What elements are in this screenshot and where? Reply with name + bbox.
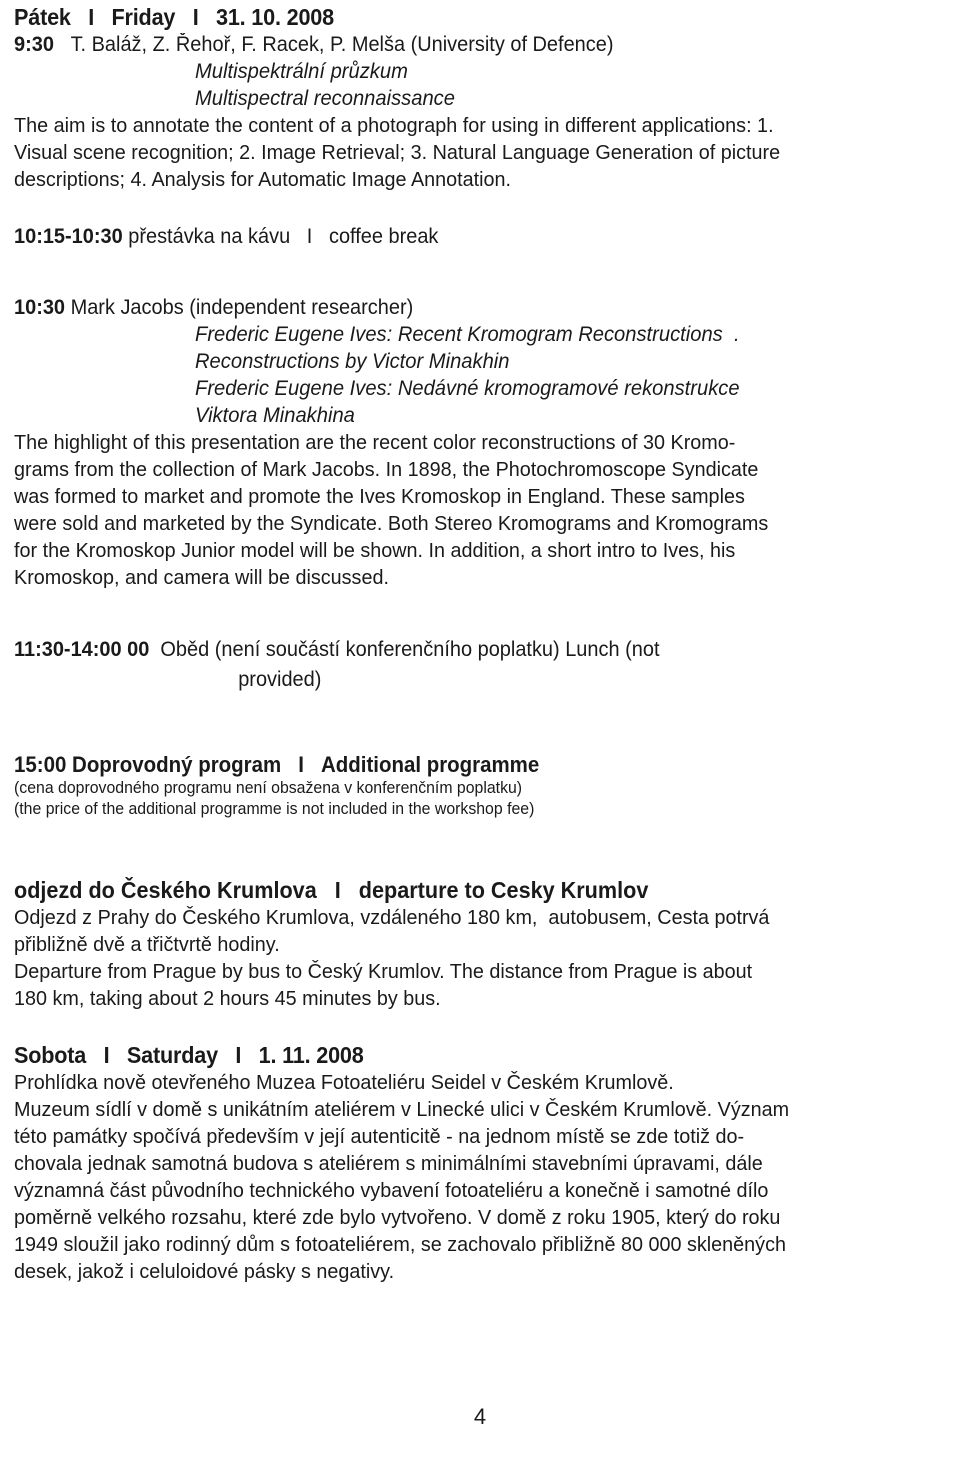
- saturday-line: Muzeum sídlí v domě s unikátním ateliére…: [14, 1098, 790, 1121]
- saturday-day-en: Saturday: [126, 1042, 218, 1068]
- talk1-line: 9:30 T. Baláž, Z. Řehoř, F. Racek, P. Me…: [14, 31, 901, 58]
- coffee-break-time: 10:15-10:30: [14, 225, 123, 248]
- departure-title-cs: odjezd do Českého Krumlova: [14, 877, 317, 903]
- talk1-title-en: Multispectral reconnaissance: [195, 87, 455, 110]
- talk1-title-cs: Multispektrální průzkum: [195, 60, 408, 83]
- saturday-date: 1. 11. 2008: [258, 1042, 364, 1068]
- lunch-text-line1: Oběd (není součástí konferenčního poplat…: [160, 638, 660, 661]
- additional-programme-note-en: (the price of the additional programme i…: [14, 800, 535, 818]
- page-content: Pátek I Friday I 31. 10. 2008 9:30 T. Ba…: [14, 4, 948, 1285]
- coffee-break-label-cs: přestávka na kávu: [128, 225, 291, 248]
- saturday-heading: Sobota I Saturday I 1. 11. 2008: [14, 1042, 892, 1069]
- saturday-line: chovala jednak samotná budova s ateliére…: [14, 1152, 763, 1175]
- friday-day-en: Friday: [111, 4, 176, 30]
- heading-separator-2: I: [175, 4, 216, 30]
- abstract-line: was formed to market and promote the Ive…: [14, 485, 745, 508]
- additional-programme-time: 15:00: [14, 752, 67, 777]
- lunch-time: 11:30-14:00 00: [14, 638, 150, 661]
- lunch-block: 11:30-14:00 00 Oběd (není součástí konfe…: [14, 635, 901, 695]
- saturday-line: 1949 sloužil jako rodinný dům s fotoatel…: [14, 1233, 786, 1256]
- conference-programme-page: Pátek I Friday I 31. 10. 2008 9:30 T. Ba…: [0, 0, 960, 1458]
- saturday-day-cs: Sobota: [14, 1042, 87, 1068]
- departure-line: 180 km, taking about 2 hours 45 minutes …: [14, 987, 441, 1010]
- departure-title-en: departure to Cesky Krumlov: [358, 877, 649, 903]
- additional-programme-heading: 15:00 Doprovodný program I Additional pr…: [14, 751, 883, 778]
- departure-separator: I: [316, 877, 359, 903]
- saturday-line: desek, jakož i celuloidové pásky s negat…: [14, 1260, 395, 1283]
- abstract-line: The aim is to annotate the content of a …: [14, 114, 774, 137]
- abstract-line: for the Kromoskop Junior model will be s…: [14, 539, 736, 562]
- talk2-time: 10:30: [14, 296, 66, 319]
- abstract-line: Kromoskop, and camera will be discussed.: [14, 566, 389, 589]
- page-number: 4: [473, 1404, 487, 1429]
- friday-heading: Pátek I Friday I 31. 10. 2008: [14, 4, 892, 31]
- talk1-authors: T. Baláž, Z. Řehoř, F. Racek, P. Melša (…: [70, 33, 614, 56]
- additional-programme-title-en: Additional programme: [321, 752, 540, 777]
- departure-line: Odjezd z Prahy do Českého Krumlova, vzdá…: [14, 906, 770, 929]
- additional-programme-separator: I: [281, 752, 322, 777]
- additional-programme-title-cs: Doprovodný program: [72, 752, 282, 777]
- saturday-separator-2: I: [217, 1042, 259, 1068]
- heading-separator-1: I: [70, 4, 112, 30]
- abstract-line: descriptions; 4. Analysis for Automatic …: [14, 168, 512, 191]
- additional-programme-note-cs: (cena doprovodného programu není obsažen…: [14, 779, 523, 797]
- talk2-authors: Mark Jacobs (independent researcher): [70, 296, 414, 319]
- saturday-line: poměrně velkého rozsahu, které zde bylo …: [14, 1206, 781, 1229]
- coffee-break-separator: I: [290, 225, 329, 248]
- departure-line: přibližně dvě a třičtvrtě hodiny.: [14, 933, 280, 956]
- departure-body: Odjezd z Prahy do Českého Krumlova, vzdá…: [14, 904, 948, 1012]
- talk2-abstract: The highlight of this presentation are t…: [14, 429, 948, 591]
- talk2-title-en-line2: Reconstructions by Victor Minakhin: [195, 350, 510, 373]
- abstract-line: The highlight of this presentation are t…: [14, 431, 736, 454]
- saturday-separator-1: I: [86, 1042, 127, 1068]
- talk1-time: 9:30: [14, 33, 54, 56]
- talk2-title-cs-line1: Frederic Eugene Ives: Nedávné kromogramo…: [195, 377, 740, 400]
- talk1-gap: [54, 33, 71, 56]
- saturday-line: Prohlídka nově otevřeného Muzea Fotoatel…: [14, 1071, 674, 1094]
- friday-day-cs: Pátek: [14, 4, 71, 30]
- coffee-break-line: 10:15-10:30 přestávka na kávu I coffee b…: [14, 223, 901, 250]
- saturday-line: významná část původního technického vyba…: [14, 1179, 769, 1202]
- lunch-text-line2: provided): [238, 668, 322, 691]
- abstract-line: were sold and marketed by the Syndicate.…: [14, 512, 769, 535]
- talk2-title-en-line1: Frederic Eugene Ives: Recent Kromogram R…: [195, 323, 740, 346]
- talk2-title-cs-line2: Viktora Minakhina: [195, 404, 355, 427]
- talk2-line: 10:30 Mark Jacobs (independent researche…: [14, 294, 901, 321]
- saturday-line: této památky spočívá především v její au…: [14, 1125, 745, 1148]
- friday-date: 31. 10. 2008: [215, 4, 334, 30]
- coffee-break-label-en: coffee break: [328, 225, 439, 248]
- abstract-line: Visual scene recognition; 2. Image Retri…: [14, 141, 781, 164]
- departure-heading: odjezd do Českého Krumlova I departure t…: [14, 876, 892, 904]
- abstract-line: grams from the collection of Mark Jacobs…: [14, 458, 759, 481]
- saturday-body: Prohlídka nově otevřeného Muzea Fotoatel…: [14, 1069, 948, 1285]
- departure-line: Departure from Prague by bus to Český Kr…: [14, 960, 753, 983]
- talk1-abstract: The aim is to annotate the content of a …: [14, 112, 948, 193]
